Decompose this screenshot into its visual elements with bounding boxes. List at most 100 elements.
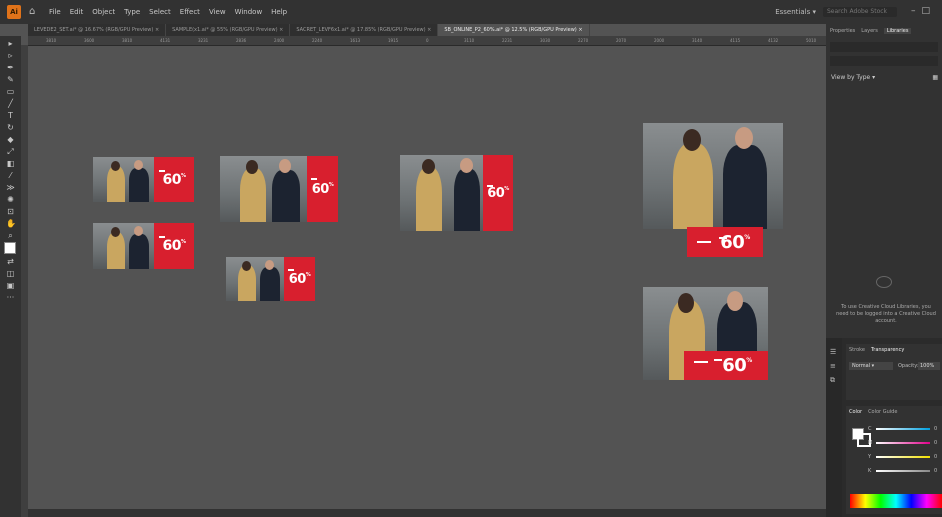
lower-panels: ☰ ≡ ⧉ Stroke Transparency Normal ▾ Opacit… bbox=[826, 338, 942, 517]
tab-color[interactable]: Color bbox=[849, 409, 862, 415]
menu-help[interactable]: Help bbox=[271, 8, 287, 16]
discount-text: 60 bbox=[487, 185, 505, 201]
ruler-tick-label: 3810 bbox=[46, 38, 57, 43]
ruler-tick-label: 2400 bbox=[274, 38, 285, 43]
discount-text: 60 bbox=[288, 271, 307, 287]
artboard-banner[interactable]: 60% bbox=[226, 257, 315, 301]
channel-value[interactable]: 0 bbox=[934, 440, 937, 446]
selection-tool-icon[interactable]: ▸ bbox=[6, 40, 15, 48]
workspace-switcher[interactable]: Essentials ▾ bbox=[775, 8, 816, 16]
document-tab[interactable]: SAMPLE(x1.ai* @ 55% (RGB/GPU Preview) × bbox=[166, 24, 291, 36]
channel-label: C bbox=[868, 426, 872, 432]
artboard-banner[interactable]: 60% bbox=[220, 156, 338, 222]
channel-slider[interactable] bbox=[876, 470, 930, 472]
channel-value[interactable]: 0 bbox=[934, 426, 937, 432]
ruler-tick-label: 3030 bbox=[540, 38, 551, 43]
tab-color-guide[interactable]: Color Guide bbox=[868, 409, 897, 415]
home-icon[interactable]: ⌂ bbox=[29, 7, 39, 17]
artboard-tool-icon[interactable]: ⊡ bbox=[6, 208, 15, 216]
channel-slider[interactable] bbox=[876, 442, 930, 444]
sale-panel: 60% bbox=[307, 156, 338, 222]
tab-stroke[interactable]: Stroke bbox=[849, 347, 865, 353]
rectangle-tool-icon[interactable]: ▭ bbox=[6, 88, 15, 96]
ruler-tick-label: 4131 bbox=[160, 38, 171, 43]
panel-tab-properties[interactable]: Properties bbox=[830, 28, 855, 34]
grid-view-icon[interactable]: ▦ bbox=[932, 74, 938, 81]
pen-tool-icon[interactable]: ✒ bbox=[6, 64, 15, 72]
document-tab[interactable]: LEVEDE2_SET.ai* @ 16.67% (RGB/GPU Previe… bbox=[28, 24, 167, 36]
eyedropper-tool-icon[interactable]: ⁄ bbox=[6, 172, 15, 180]
document-tab[interactable]: SACRET_LEVF6x1.ai* @ 17.85% (RGB/GPU Pre… bbox=[290, 24, 439, 36]
hand-tool-icon[interactable]: ✋ bbox=[6, 220, 16, 228]
rotate-tool-icon[interactable]: ↻ bbox=[6, 124, 15, 132]
menu-file[interactable]: File bbox=[49, 8, 61, 16]
align-panel-icon[interactable]: ≡ bbox=[830, 362, 836, 370]
gradient-tool-icon[interactable]: ◧ bbox=[6, 160, 15, 168]
document-tab[interactable]: SB_ONLINE_P2_60%.ai* @ 12.5% (RGB/GPU Pr… bbox=[438, 24, 590, 36]
main-menu: File Edit Object Type Select Effect View Window… bbox=[49, 8, 287, 16]
document-tabs: LEVEDE2_SET.ai* @ 16.67% (RGB/GPU Previe… bbox=[28, 24, 590, 36]
opacity-input[interactable]: 100% bbox=[918, 362, 940, 370]
library-dropdown[interactable] bbox=[830, 56, 938, 66]
sale-panel: 60% bbox=[154, 223, 194, 269]
zoom-tool-icon[interactable]: ⌕ bbox=[6, 232, 15, 240]
panel-tab-libraries[interactable]: Libraries bbox=[883, 28, 912, 34]
artboard-banner[interactable]: 60% bbox=[643, 123, 783, 257]
library-search-input[interactable] bbox=[830, 42, 938, 52]
channel-value[interactable]: 0 bbox=[934, 468, 937, 474]
ruler-tick-label: 2240 bbox=[312, 38, 323, 43]
ruler-tick-label: 4132 bbox=[768, 38, 779, 43]
photo bbox=[400, 155, 483, 231]
swap-colors-icon[interactable]: ⇄ bbox=[6, 258, 15, 266]
direct-selection-tool-icon[interactable]: ▹ bbox=[6, 52, 15, 60]
more-tools-icon[interactable]: ··· bbox=[6, 294, 15, 302]
screen-mode-icon[interactable]: ▣ bbox=[6, 282, 15, 290]
scale-tool-icon[interactable]: ⤢ bbox=[6, 148, 15, 156]
menu-select[interactable]: Select bbox=[149, 8, 171, 16]
percent-sign: % bbox=[504, 186, 509, 192]
vertical-ruler[interactable] bbox=[21, 45, 28, 517]
stock-search-input[interactable]: Search Adobe Stock bbox=[823, 7, 897, 17]
color-spectrum[interactable] bbox=[850, 494, 942, 508]
channel-value[interactable]: 0 bbox=[934, 454, 937, 460]
artboard-banner[interactable]: 60% bbox=[643, 287, 768, 380]
blend-mode-select[interactable]: Normal ▾ bbox=[849, 362, 893, 370]
menu-view[interactable]: View bbox=[209, 8, 226, 16]
menu-edit[interactable]: Edit bbox=[70, 8, 84, 16]
menu-object[interactable]: Object bbox=[92, 8, 115, 16]
stroke-panel-icon[interactable]: ☰ bbox=[830, 348, 836, 356]
fill-swatch[interactable] bbox=[4, 242, 16, 254]
pathfinder-panel-icon[interactable]: ⧉ bbox=[830, 376, 835, 385]
illustrator-logo[interactable]: Ai bbox=[7, 5, 21, 19]
artboard-banner[interactable]: 60% bbox=[93, 223, 194, 269]
channel-slider[interactable] bbox=[876, 428, 930, 430]
view-by-dropdown[interactable]: View by Type ▾ bbox=[831, 74, 875, 81]
ruler-tick-label: 1613 bbox=[350, 38, 361, 43]
curvature-tool-icon[interactable]: ✎ bbox=[6, 76, 15, 84]
opacity-label: Opacity: bbox=[898, 363, 919, 369]
ruler-tick-label: 4115 bbox=[730, 38, 741, 43]
artboard-banner[interactable]: 60% bbox=[93, 157, 194, 202]
type-tool-icon[interactable]: T bbox=[6, 112, 15, 120]
line-tool-icon[interactable]: ╱ bbox=[6, 100, 15, 108]
tools-panel: ▸ ▹ ✒ ✎ ▭ ╱ T ↻ ◆ ⤢ ◧ ⁄ ≫ ✺ ⊡ ✋ ⌕ ⇄ ◫ ▣ … bbox=[0, 36, 21, 517]
ruler-tick-label: 2270 bbox=[578, 38, 589, 43]
discount-text: 60 bbox=[311, 181, 330, 197]
channel-slider[interactable] bbox=[876, 456, 930, 458]
artboard-canvas[interactable]: 60% 60% 60% 60% 60 % 60 % 60 % bbox=[28, 46, 826, 517]
menu-window[interactable]: Window bbox=[235, 8, 263, 16]
symbol-sprayer-icon[interactable]: ✺ bbox=[6, 196, 15, 204]
sale-panel: 60% bbox=[154, 157, 194, 202]
shape-builder-icon[interactable]: ◆ bbox=[6, 136, 15, 144]
ruler-tick-label: 1915 bbox=[388, 38, 399, 43]
window-controls[interactable]: –□ bbox=[911, 6, 936, 16]
blend-tool-icon[interactable]: ≫ bbox=[6, 184, 15, 192]
menu-effect[interactable]: Effect bbox=[180, 8, 200, 16]
horizontal-ruler[interactable]: 3810 3600 3810 4131 3231 2836 2400 2240 1613 1915… bbox=[28, 36, 826, 46]
drawing-modes-icon[interactable]: ◫ bbox=[6, 270, 15, 278]
percent-sign: % bbox=[744, 233, 750, 241]
panel-tab-layers[interactable]: Layers bbox=[861, 28, 878, 34]
menu-type[interactable]: Type bbox=[124, 8, 140, 16]
artboard-banner[interactable]: 60% bbox=[400, 155, 513, 231]
tab-transparency[interactable]: Transparency bbox=[871, 347, 904, 353]
